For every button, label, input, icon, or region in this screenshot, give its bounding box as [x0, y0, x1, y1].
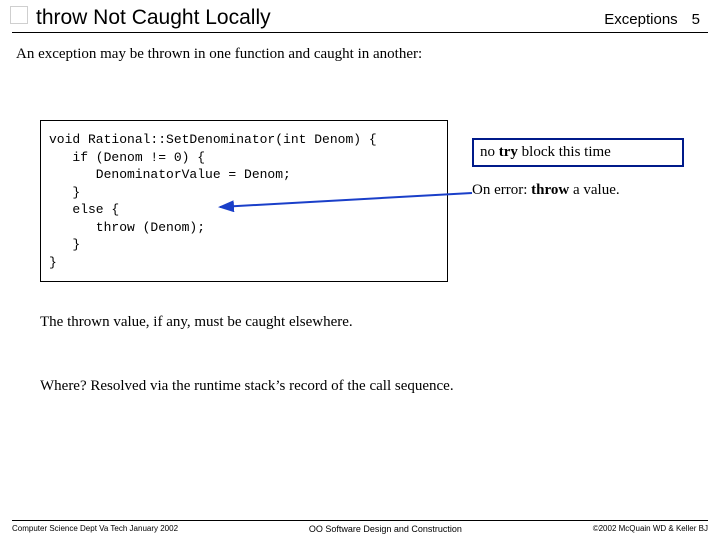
where-text: Where? Resolved via the runtime stack’s … [40, 378, 454, 395]
slide-header: throw Not Caught Locally Exceptions 5 [36, 6, 700, 30]
header-rule [12, 32, 708, 33]
code-block: void Rational::SetDenominator(int Denom)… [40, 120, 448, 282]
note2-bold: throw [531, 182, 569, 198]
footer: Computer Science Dept Va Tech January 20… [12, 520, 708, 534]
slide-title: throw Not Caught Locally [36, 6, 271, 30]
thrown-value-text: The thrown value, if any, must be caught… [40, 314, 353, 331]
slide-bullet-icon [10, 6, 28, 24]
note1-bold: try [499, 144, 518, 160]
note1-suffix: block this time [518, 144, 611, 160]
slide-header-right: Exceptions 5 [604, 11, 700, 28]
note2-suffix: a value. [569, 182, 619, 198]
note1-prefix: no [480, 144, 499, 160]
footer-right: ©2002 McQuain WD & Keller BJ [593, 524, 708, 533]
footer-center: OO Software Design and Construction [309, 524, 462, 534]
page-number: 5 [692, 11, 700, 28]
topic-label: Exceptions [604, 11, 677, 28]
note-no-try: no try block this time [472, 138, 684, 167]
note-on-error: On error: throw a value. [472, 182, 668, 199]
footer-left: Computer Science Dept Va Tech January 20… [12, 524, 178, 533]
intro-text: An exception may be thrown in one functi… [16, 46, 422, 63]
note2-prefix: On error: [472, 182, 531, 198]
